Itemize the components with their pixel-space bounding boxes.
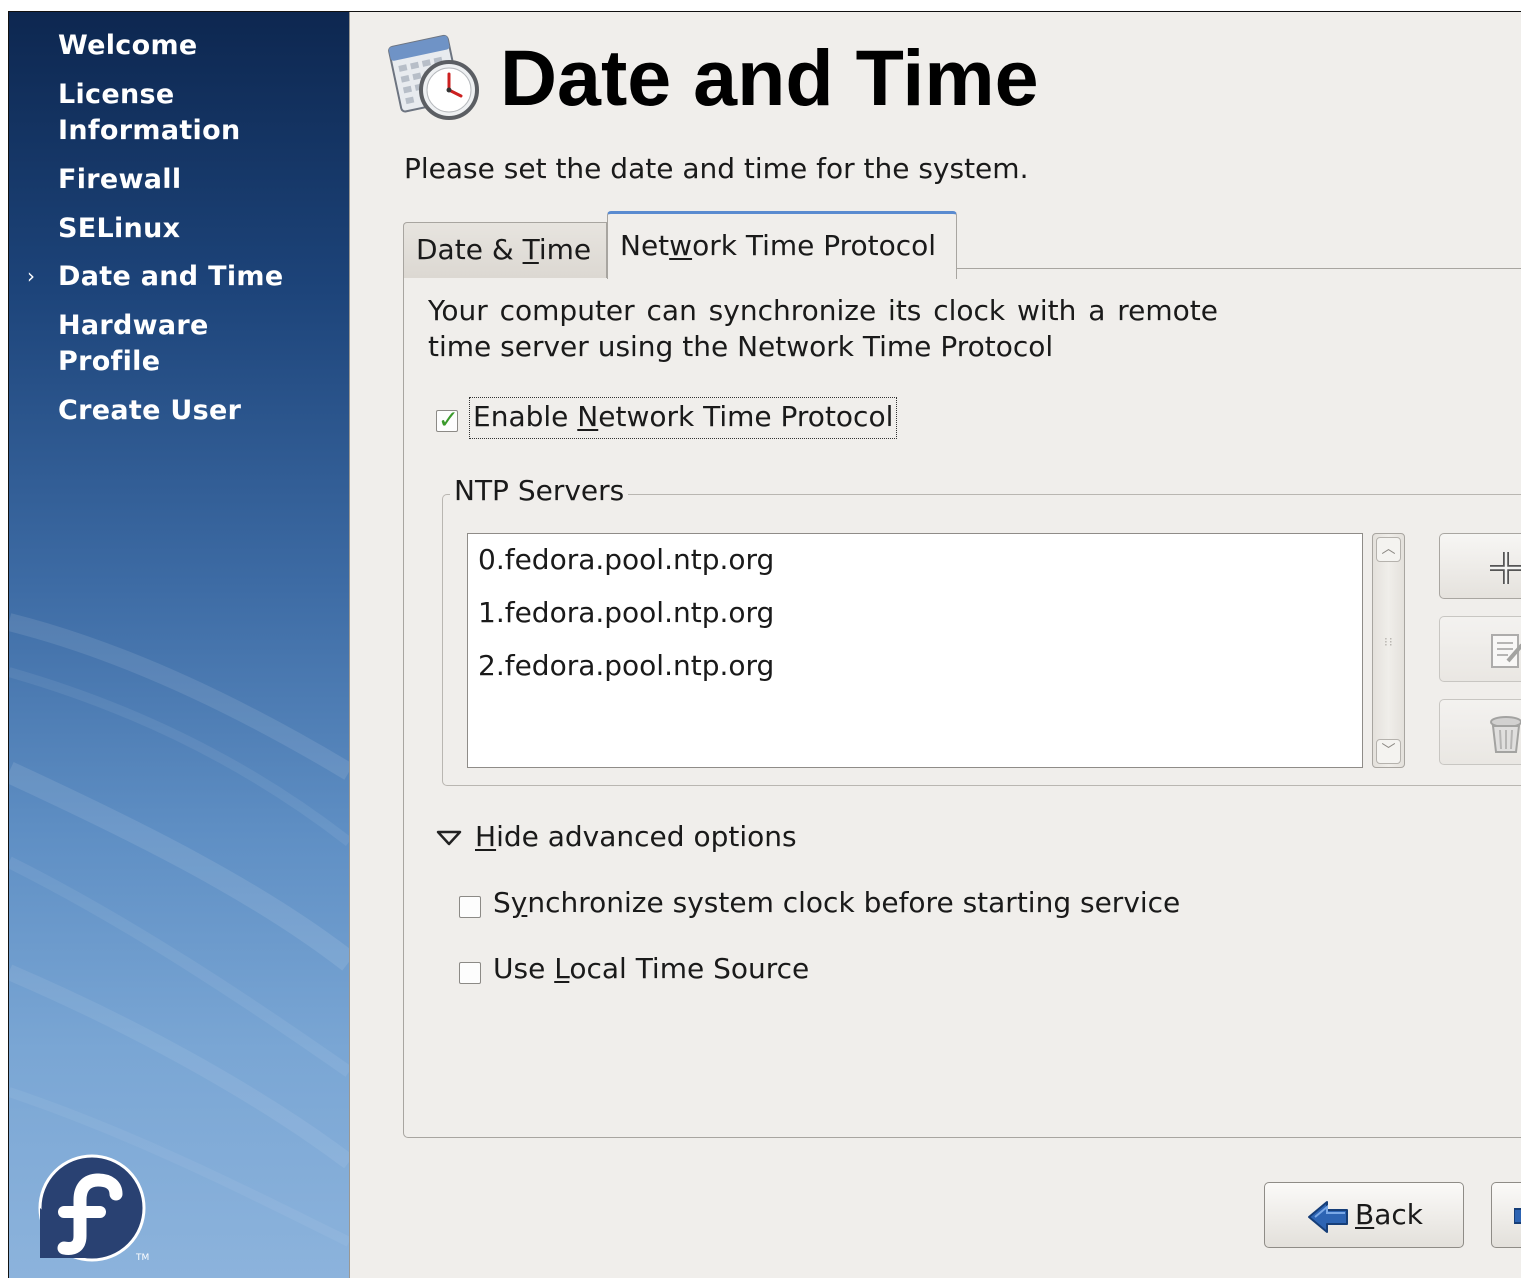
- sidebar-background-streaks: [9, 613, 349, 1247]
- enable-ntp-checkbox[interactable]: ✓: [436, 405, 459, 434]
- tab-ntp-label-post: ork Time Protocol: [692, 229, 937, 262]
- tab-panel-ntp: Your computer can synchronize its clock …: [403, 268, 1521, 1138]
- sync-mnemonic: y: [510, 886, 528, 919]
- list-item[interactable]: 0.fedora.pool.ntp.org: [478, 540, 774, 580]
- sidebar-item-license-line1: License: [58, 79, 175, 110]
- back-button[interactable]: Back: [1264, 1182, 1464, 1248]
- enable-ntp-label-post: etwork Time Protocol: [598, 400, 894, 433]
- ntp-server-list[interactable]: 0.fedora.pool.ntp.org 1.fedora.pool.ntp.…: [467, 533, 1363, 768]
- page-title: Date and Time: [500, 33, 1039, 122]
- sync-label-post: nchronize system clock before starting s…: [527, 886, 1181, 919]
- sidebar-item-create-user: Create User: [58, 395, 242, 426]
- sync-before-start-checkbox[interactable]: [459, 896, 481, 918]
- forward-arrow-icon: [1514, 1208, 1521, 1224]
- enable-ntp-label[interactable]: Enable Network Time Protocol: [469, 397, 898, 439]
- calendar-clock-icon: [388, 34, 479, 120]
- advanced-options-toggle[interactable]: Hide advanced options: [475, 817, 797, 857]
- sidebar-item-selinux: SELinux: [58, 213, 181, 244]
- tab-date-label-post: ime: [538, 233, 592, 266]
- ntp-servers-legend: NTP Servers: [450, 473, 629, 509]
- back-label-post: ack: [1374, 1198, 1423, 1231]
- scroll-up-icon[interactable]: ︿: [1376, 537, 1401, 562]
- tab-network-time-protocol[interactable]: Network Time Protocol: [607, 211, 957, 279]
- tab-ntp-mnemonic: w: [669, 229, 693, 262]
- tab-date-and-time[interactable]: Date & Time: [403, 222, 607, 278]
- enable-ntp-mnemonic: N: [577, 400, 599, 433]
- list-item[interactable]: 2.fedora.pool.ntp.org: [478, 646, 774, 686]
- fedora-logo-icon: TM: [38, 1154, 149, 1263]
- trademark-mark: TM: [135, 1253, 149, 1263]
- edit-server-button[interactable]: [1439, 616, 1521, 682]
- edit-icon: [1491, 634, 1521, 668]
- scroll-down-icon[interactable]: ﹀: [1376, 739, 1401, 764]
- sync-label-pre: S: [493, 886, 511, 919]
- sidebar-item-welcome: Welcome: [58, 30, 198, 61]
- scroll-grip-icon: ⁝⁝: [1384, 635, 1394, 649]
- local-mnemonic: L: [554, 952, 570, 985]
- add-server-button[interactable]: [1439, 533, 1521, 599]
- sidebar-item-hardware-line1: Hardware: [58, 310, 209, 341]
- trash-icon: [1490, 716, 1521, 753]
- delete-server-button[interactable]: [1439, 699, 1521, 765]
- sidebar: Welcome License Information Firewall SEL…: [9, 12, 349, 1278]
- use-local-time-source-label[interactable]: Use Local Time Source: [493, 949, 809, 989]
- back-mnemonic: B: [1355, 1198, 1375, 1231]
- main-content: Date and Time Please set the date and ti…: [349, 12, 1521, 1278]
- local-label-pre: Use: [493, 952, 555, 985]
- expander-down-icon[interactable]: [435, 829, 463, 847]
- local-label-post: ocal Time Source: [569, 952, 810, 985]
- ntp-description: Your computer can synchronize its clock …: [428, 294, 1218, 363]
- tab-date-mnemonic: T: [522, 233, 539, 266]
- ntp-list-scrollbar[interactable]: ︿ ⁝⁝ ﹀: [1372, 533, 1405, 768]
- page-subtitle: Please set the date and time for the sys…: [404, 152, 1029, 185]
- advanced-mnemonic: H: [475, 820, 497, 853]
- checkmark-icon: ✓: [438, 405, 459, 434]
- plus-icon: [1490, 552, 1521, 584]
- sidebar-item-license-line2: Information: [58, 115, 241, 146]
- forward-button[interactable]: [1491, 1182, 1521, 1248]
- tab-ntp-label-pre: Net: [620, 229, 670, 262]
- advanced-label-post: ide advanced options: [496, 820, 797, 853]
- use-local-time-source-checkbox[interactable]: [459, 962, 481, 984]
- list-item[interactable]: 1.fedora.pool.ntp.org: [478, 593, 774, 633]
- tab-date-label-pre: Date &: [416, 233, 523, 266]
- sync-before-start-label[interactable]: Synchronize system clock before starting…: [493, 883, 1180, 923]
- active-item-marker-icon: ›: [27, 264, 35, 288]
- back-button-label: Back: [1355, 1195, 1423, 1235]
- enable-ntp-label-pre: Enable: [473, 400, 578, 433]
- firstboot-window: Welcome License Information Firewall SEL…: [8, 11, 1521, 1278]
- sidebar-item-date-and-time: Date and Time: [58, 261, 284, 292]
- sidebar-item-firewall: Firewall: [58, 164, 182, 195]
- sidebar-item-hardware-line2: Profile: [58, 346, 161, 377]
- back-arrow-icon: [1308, 1201, 1348, 1233]
